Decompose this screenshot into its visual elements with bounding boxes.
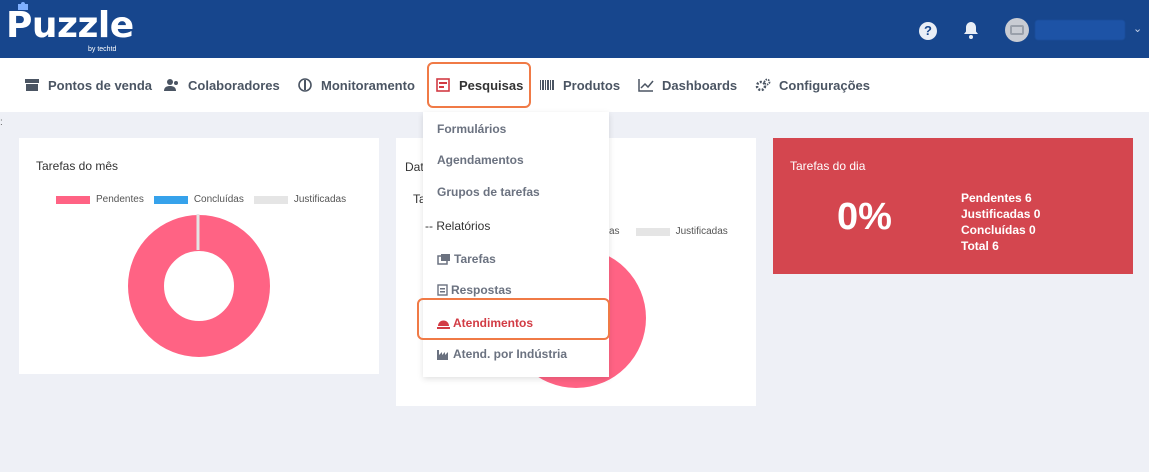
legend-swatch-pendentes[interactable] bbox=[56, 195, 90, 204]
doughnut-chart[interactable] bbox=[127, 214, 271, 358]
menu-item-respostas[interactable]: Respostas bbox=[437, 283, 512, 297]
completion-percent: 0% bbox=[837, 196, 892, 238]
puzzle-piece-icon bbox=[18, 2, 28, 10]
menu-item-label: Atend. por Indústria bbox=[453, 347, 567, 361]
barcode-icon bbox=[540, 80, 554, 90]
app-logo[interactable]: Puzzle bbox=[6, 6, 134, 46]
header-actions: ? ⌄ bbox=[919, 14, 1149, 46]
card-tarefas-do-mes: Tarefas do mês Pendentes Concluídas Just… bbox=[19, 138, 379, 374]
menu-item-grupos-de-tarefas[interactable]: Grupos de tarefas bbox=[437, 185, 540, 199]
menu-item-label: Tarefas bbox=[454, 252, 496, 266]
menu-section-label: -- Relatórios bbox=[425, 219, 491, 233]
monitor-icon bbox=[298, 78, 312, 92]
highlight-atendimentos bbox=[417, 298, 610, 340]
card-title: Dat bbox=[405, 160, 424, 174]
legend-label: Justificadas bbox=[293, 194, 347, 205]
nav-label: Pesquisas bbox=[459, 77, 524, 93]
nav-item-configuracoes[interactable]: Configurações bbox=[755, 58, 870, 112]
survey-icon bbox=[436, 78, 450, 92]
card-title: Tarefas do mês bbox=[36, 159, 119, 173]
nav-label: Pontos de venda bbox=[48, 77, 153, 93]
chart-line-icon bbox=[638, 79, 654, 92]
bell-icon[interactable] bbox=[961, 20, 981, 40]
industry-icon bbox=[437, 349, 448, 360]
legend-label: Concluídas bbox=[193, 194, 244, 205]
menu-item-tarefas[interactable]: Tarefas bbox=[437, 252, 496, 266]
stat-pendentes: Pendentes 6 bbox=[961, 191, 1032, 205]
task-stats: Pendentes 6 Justificadas 0 Concluídas 0 … bbox=[961, 190, 1040, 254]
nav-item-pontos-de-venda[interactable]: Pontos de venda bbox=[24, 58, 152, 112]
nav-label: Colaboradores bbox=[188, 77, 280, 93]
card-tarefas-do-dia: Tarefas do dia 0% Pendentes 6 Justificad… bbox=[773, 138, 1133, 274]
legend-label: Pendentes bbox=[96, 194, 144, 205]
nav-item-colaboradores[interactable]: Colaboradores bbox=[164, 58, 280, 112]
top-header: Puzzle by techtd ? ⌄ bbox=[0, 0, 1149, 58]
stat-total: Total 6 bbox=[961, 239, 999, 253]
legend-swatch-justificadas[interactable] bbox=[635, 227, 670, 236]
stat-concluidas: Concluídas 0 bbox=[961, 223, 1036, 237]
menu-item-label: Formulários bbox=[437, 122, 507, 136]
main-navigation: Pontos de venda Colaboradores Monitorame… bbox=[0, 58, 1149, 112]
stat-justificadas: Justificadas 0 bbox=[961, 207, 1041, 221]
menu-item-agendamentos[interactable]: Agendamentos bbox=[437, 153, 524, 167]
chart-legend: Pendentes Concluídas Justificadas bbox=[56, 194, 346, 205]
card-title: Tarefas do dia bbox=[790, 159, 866, 173]
menu-item-formularios[interactable]: Formulários bbox=[437, 122, 506, 136]
chart-legend: as Justificadas bbox=[609, 226, 728, 237]
answers-icon bbox=[437, 284, 448, 296]
logo-subtitle: by techtd bbox=[88, 46, 117, 53]
user-name-blurred[interactable] bbox=[1035, 20, 1125, 40]
nav-item-monitoramento[interactable]: Monitoramento bbox=[297, 58, 415, 112]
nav-label: Dashboards bbox=[662, 77, 738, 93]
menu-section-relatorios: -- Relatórios bbox=[425, 219, 490, 233]
legend-swatch-concluidas[interactable] bbox=[153, 195, 188, 204]
nav-label: Monitoramento bbox=[321, 77, 415, 93]
store-icon bbox=[25, 79, 39, 91]
divider-mark: : bbox=[0, 117, 3, 128]
help-icon[interactable]: ? bbox=[919, 22, 937, 40]
menu-item-label: Grupos de tarefas bbox=[437, 185, 540, 199]
menu-item-label: Respostas bbox=[451, 283, 512, 297]
nav-label: Produtos bbox=[563, 77, 621, 93]
image-placeholder-icon bbox=[1010, 25, 1024, 35]
gears-icon bbox=[755, 78, 771, 92]
nav-label: Configurações bbox=[779, 77, 871, 93]
nav-item-pesquisas[interactable]: Pesquisas bbox=[427, 62, 532, 108]
legend-swatch-justificadas[interactable] bbox=[253, 195, 288, 204]
menu-item-label: Agendamentos bbox=[437, 153, 524, 167]
chevron-down-icon[interactable]: ⌄ bbox=[1133, 22, 1142, 35]
legend-label: as bbox=[609, 226, 620, 237]
legend-label: Justificadas bbox=[675, 226, 728, 237]
tasks-icon bbox=[437, 254, 450, 265]
users-icon bbox=[164, 79, 178, 91]
nav-item-produtos[interactable]: Produtos bbox=[539, 58, 620, 112]
avatar[interactable] bbox=[1005, 18, 1029, 42]
nav-item-dashboards[interactable]: Dashboards bbox=[638, 58, 737, 112]
menu-item-atend-por-industria[interactable]: Atend. por Indústria bbox=[437, 347, 567, 361]
